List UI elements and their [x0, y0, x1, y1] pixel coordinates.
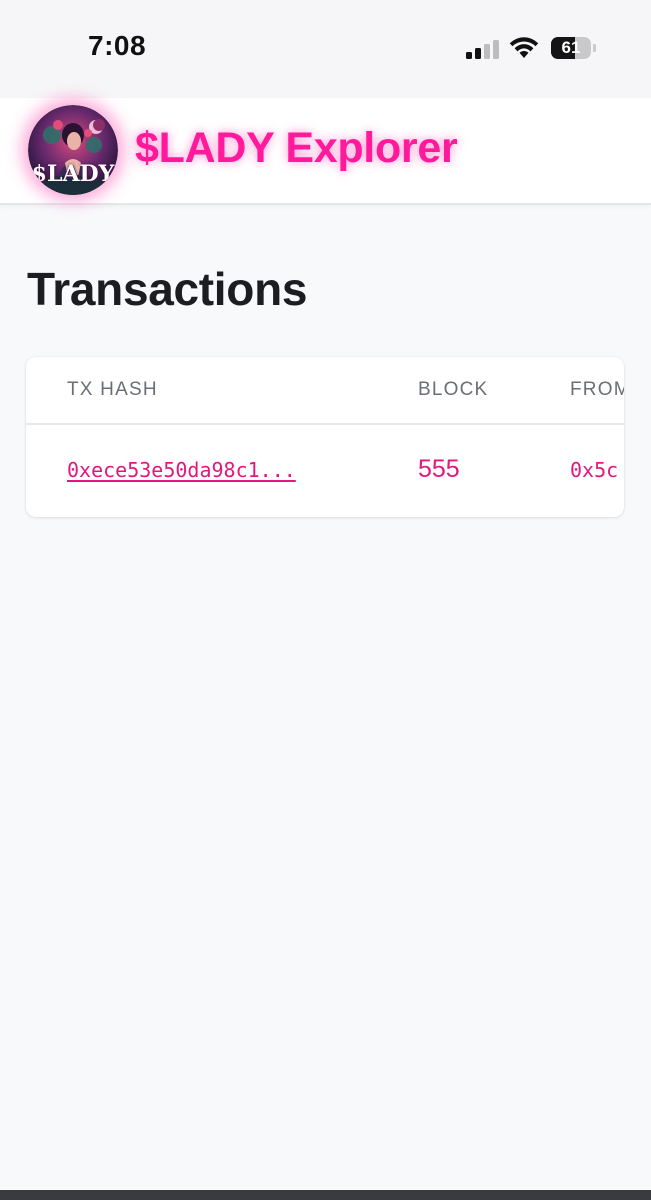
- logo-text: $LADY: [31, 161, 115, 187]
- signal-icon: [466, 39, 500, 59]
- bottom-edge: [0, 1190, 651, 1200]
- column-header-from: FROM: [570, 379, 624, 400]
- block-number-link[interactable]: 555: [418, 455, 460, 484]
- brand-logo[interactable]: $LADY: [28, 105, 118, 195]
- tx-hash-link[interactable]: 0xece53e50da98c1...: [67, 458, 296, 482]
- brand-title[interactable]: $LADY Explorer: [135, 124, 458, 173]
- status-bar: 7:08 61: [0, 0, 651, 98]
- battery-level: 61: [561, 38, 581, 57]
- table-header: TX HASH BLOCK FROM: [26, 357, 624, 425]
- from-address-link[interactable]: 0x5c: [570, 458, 618, 482]
- page-title: Transactions: [27, 263, 308, 315]
- column-header-tx-hash: TX HASH: [67, 379, 158, 400]
- app-header: $LADY $LADY Explorer: [0, 98, 651, 205]
- status-time: 7:08: [88, 30, 147, 61]
- battery-icon: 61: [551, 37, 597, 60]
- wifi-icon: [509, 36, 539, 60]
- column-header-block: BLOCK: [418, 379, 489, 400]
- transactions-table: TX HASH BLOCK FROM 0xece53e50da98c1... 5…: [26, 357, 624, 517]
- table-row[interactable]: 0xece53e50da98c1... 555 0x5c: [26, 425, 624, 517]
